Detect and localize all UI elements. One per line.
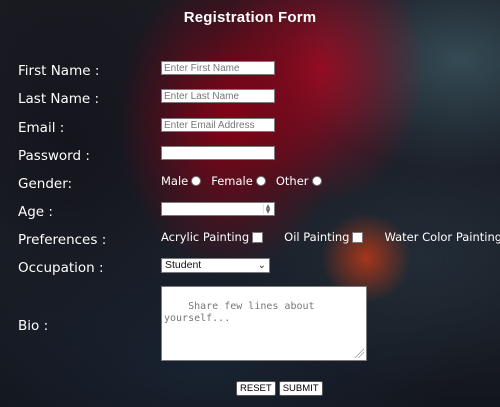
age-row: Age : ▲ ▼ (0, 201, 500, 223)
age-input[interactable]: ▲ ▼ (161, 202, 275, 216)
preference-option-acrylic[interactable]: Acrylic Painting (161, 230, 264, 244)
preferences-row: Preferences : Acrylic Painting Oil Paint… (0, 229, 500, 251)
occupation-select[interactable]: Student ⌄ (161, 258, 270, 273)
oil-painting-checkbox[interactable] (352, 231, 364, 243)
preferences-label: Preferences : (18, 232, 107, 248)
chevron-down-icon: ⌄ (257, 260, 266, 271)
age-stepper-icon[interactable]: ▲ ▼ (263, 204, 272, 215)
email-label: Email : (18, 120, 65, 136)
water-color-painting-label: Water Color Painting (384, 230, 500, 244)
bio-textarea[interactable]: Share few lines about yourself... (161, 286, 367, 361)
occupation-selected-value: Student (165, 259, 202, 271)
form-buttons: RESET SUBMIT (236, 381, 323, 396)
bio-label: Bio : (18, 318, 49, 334)
gender-label: Gender: (18, 176, 73, 192)
gender-option-other[interactable]: Other (276, 174, 322, 188)
age-label: Age : (18, 204, 53, 220)
gender-other-radio[interactable] (311, 176, 322, 186)
preferences-options: Acrylic Painting Oil Painting Water Colo… (161, 230, 500, 244)
gender-options: Male Female Other (161, 174, 322, 188)
occupation-label: Occupation : (18, 260, 104, 276)
reset-button[interactable]: RESET (236, 381, 276, 396)
gender-male-label: Male (161, 174, 189, 188)
occupation-row: Occupation : Student ⌄ (0, 257, 500, 279)
oil-painting-label: Oil Painting (284, 230, 350, 244)
first-name-input[interactable] (161, 61, 275, 75)
gender-female-label: Female (211, 174, 253, 188)
acrylic-painting-label: Acrylic Painting (161, 230, 250, 244)
last-name-label: Last Name : (18, 91, 100, 107)
gender-option-female[interactable]: Female (211, 174, 266, 188)
gender-female-radio[interactable] (255, 176, 266, 186)
email-row: Email : (0, 117, 500, 139)
form-title: Registration Form (183, 9, 317, 26)
bio-placeholder: Share few lines about yourself... (164, 301, 315, 324)
preference-option-oil[interactable]: Oil Painting (284, 230, 364, 244)
password-label: Password : (18, 148, 90, 164)
acrylic-painting-checkbox[interactable] (252, 231, 264, 243)
gender-male-radio[interactable] (191, 176, 202, 186)
gender-other-label: Other (275, 174, 309, 188)
first-name-label: First Name : (18, 63, 100, 79)
resize-handle-icon[interactable] (354, 348, 364, 358)
gender-option-male[interactable]: Male (161, 174, 202, 188)
gender-row: Gender: Male Female Other (0, 173, 500, 195)
email-input[interactable] (161, 118, 275, 132)
last-name-input[interactable] (161, 89, 275, 103)
submit-button[interactable]: SUBMIT (278, 381, 323, 396)
password-row: Password : (0, 145, 500, 167)
password-input[interactable] (161, 146, 275, 160)
last-name-row: Last Name : (0, 88, 500, 110)
first-name-row: First Name : (0, 60, 500, 82)
preference-option-water-color[interactable]: Water Color Painting (384, 230, 500, 244)
